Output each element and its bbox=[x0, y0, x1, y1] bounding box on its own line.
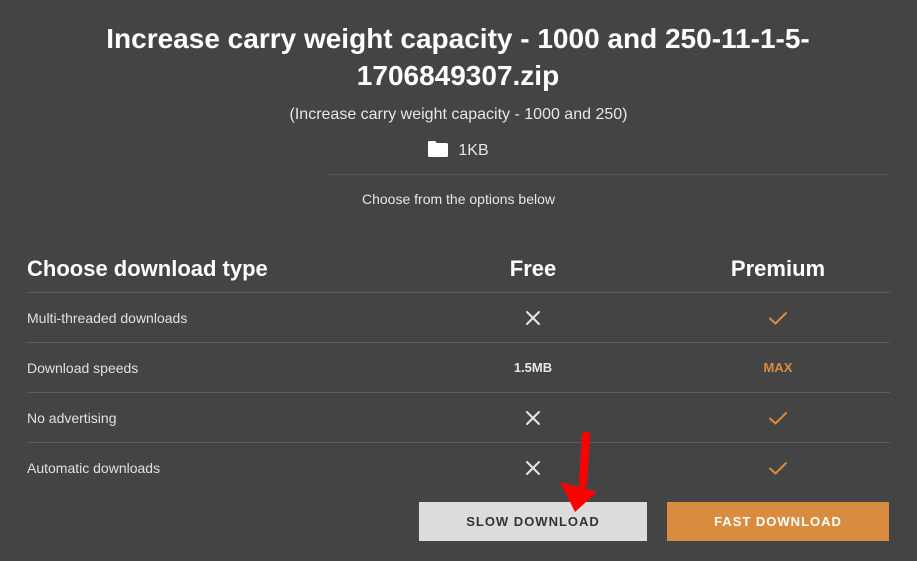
file-subtitle: (Increase carry weight capacity - 1000 a… bbox=[289, 106, 628, 123]
table-header-free: Free bbox=[509, 255, 557, 281]
file-title: Increase carry weight capacity - 1000 an… bbox=[106, 23, 810, 91]
cross-icon bbox=[447, 293, 619, 342]
instruction-text: Choose from the options below bbox=[362, 191, 555, 207]
red-arrow-down-icon bbox=[560, 432, 597, 512]
table-header-premium: Premium bbox=[730, 255, 826, 281]
folder-icon bbox=[428, 141, 449, 163]
table-row: Automatic downloads bbox=[27, 443, 890, 492]
table-header-label: Choose download type bbox=[27, 255, 268, 281]
check-icon bbox=[690, 393, 866, 442]
table-row: No advertising bbox=[27, 393, 890, 443]
file-size: 1KB bbox=[0, 141, 917, 163]
feature-label: Multi-threaded downloads bbox=[27, 309, 188, 326]
file-size-value: 1KB bbox=[458, 142, 489, 159]
feature-label: No advertising bbox=[27, 409, 117, 426]
premium-speed-value: MAX bbox=[763, 360, 793, 375]
download-comparison-table: Choose download type Free Premium Multi-… bbox=[27, 245, 890, 492]
feature-label: Automatic downloads bbox=[27, 459, 161, 476]
free-speed-value: 1.5MB bbox=[513, 360, 553, 375]
check-icon bbox=[690, 293, 866, 342]
divider bbox=[328, 174, 887, 175]
table-header-row: Choose download type Free Premium bbox=[27, 245, 890, 293]
table-row: Download speeds 1.5MB MAX bbox=[27, 343, 890, 393]
fast-download-button[interactable]: FAST DOWNLOAD bbox=[667, 502, 889, 541]
check-icon bbox=[690, 443, 866, 492]
table-row: Multi-threaded downloads bbox=[27, 293, 890, 343]
slow-download-button[interactable]: SLOW DOWNLOAD bbox=[419, 502, 647, 541]
feature-label: Download speeds bbox=[27, 359, 139, 376]
